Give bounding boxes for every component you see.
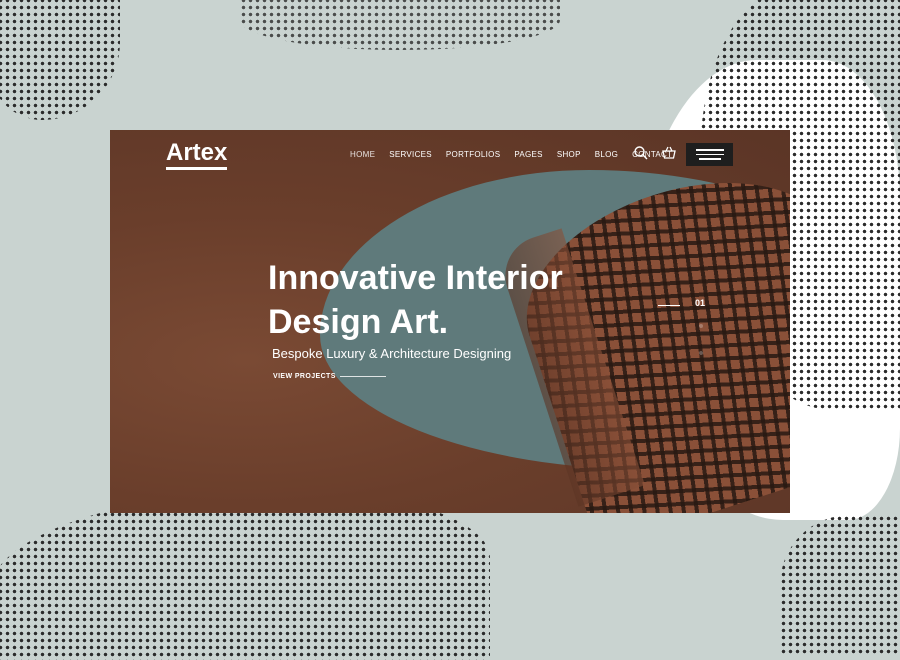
slide-number[interactable]: 01: [695, 298, 705, 308]
decorative-dots-bottom-left: [0, 490, 490, 660]
view-projects-label: VIEW PROJECTS: [273, 373, 336, 380]
hero-title-line-1: Innovative Interior: [268, 259, 563, 297]
search-icon[interactable]: [633, 145, 649, 161]
decorative-dots-top-left: [0, 0, 120, 120]
hamburger-menu-icon[interactable]: [686, 143, 733, 166]
hero-title-line-2: Design Art.: [268, 303, 449, 341]
menu-line: [698, 158, 721, 160]
site-logo[interactable]: Artex: [166, 140, 228, 170]
slider-active-line: [658, 305, 680, 306]
nav-item-services[interactable]: SERVICES: [389, 150, 432, 159]
hero-title: Innovative Interior Design Art.: [268, 256, 563, 344]
view-projects-link[interactable]: VIEW PROJECTS: [273, 373, 386, 380]
view-projects-underline: [339, 376, 386, 377]
site-header: Artex HOME SERVICES PORTFOLIOS PAGES SHO…: [110, 130, 790, 180]
nav-item-portfolios[interactable]: PORTFOLIOS: [446, 150, 500, 159]
nav-item-home[interactable]: HOME: [350, 150, 375, 159]
nav-item-blog[interactable]: BLOG: [595, 150, 618, 159]
nav-item-shop[interactable]: SHOP: [557, 150, 581, 159]
main-nav: HOME SERVICES PORTFOLIOS PAGES SHOP BLOG…: [350, 150, 672, 159]
cart-icon[interactable]: [661, 145, 677, 161]
decorative-dots-top: [240, 0, 560, 50]
decorative-dots-bottom-right: [780, 515, 900, 655]
hero-subtitle: Bespoke Luxury & Architecture Designing: [272, 346, 512, 361]
nav-item-pages[interactable]: PAGES: [514, 150, 542, 159]
slider-dot[interactable]: [699, 351, 703, 355]
menu-line: [695, 153, 724, 156]
slider-dot[interactable]: [699, 324, 703, 328]
hero-section: Artex HOME SERVICES PORTFOLIOS PAGES SHO…: [110, 130, 790, 513]
menu-line: [695, 149, 724, 151]
